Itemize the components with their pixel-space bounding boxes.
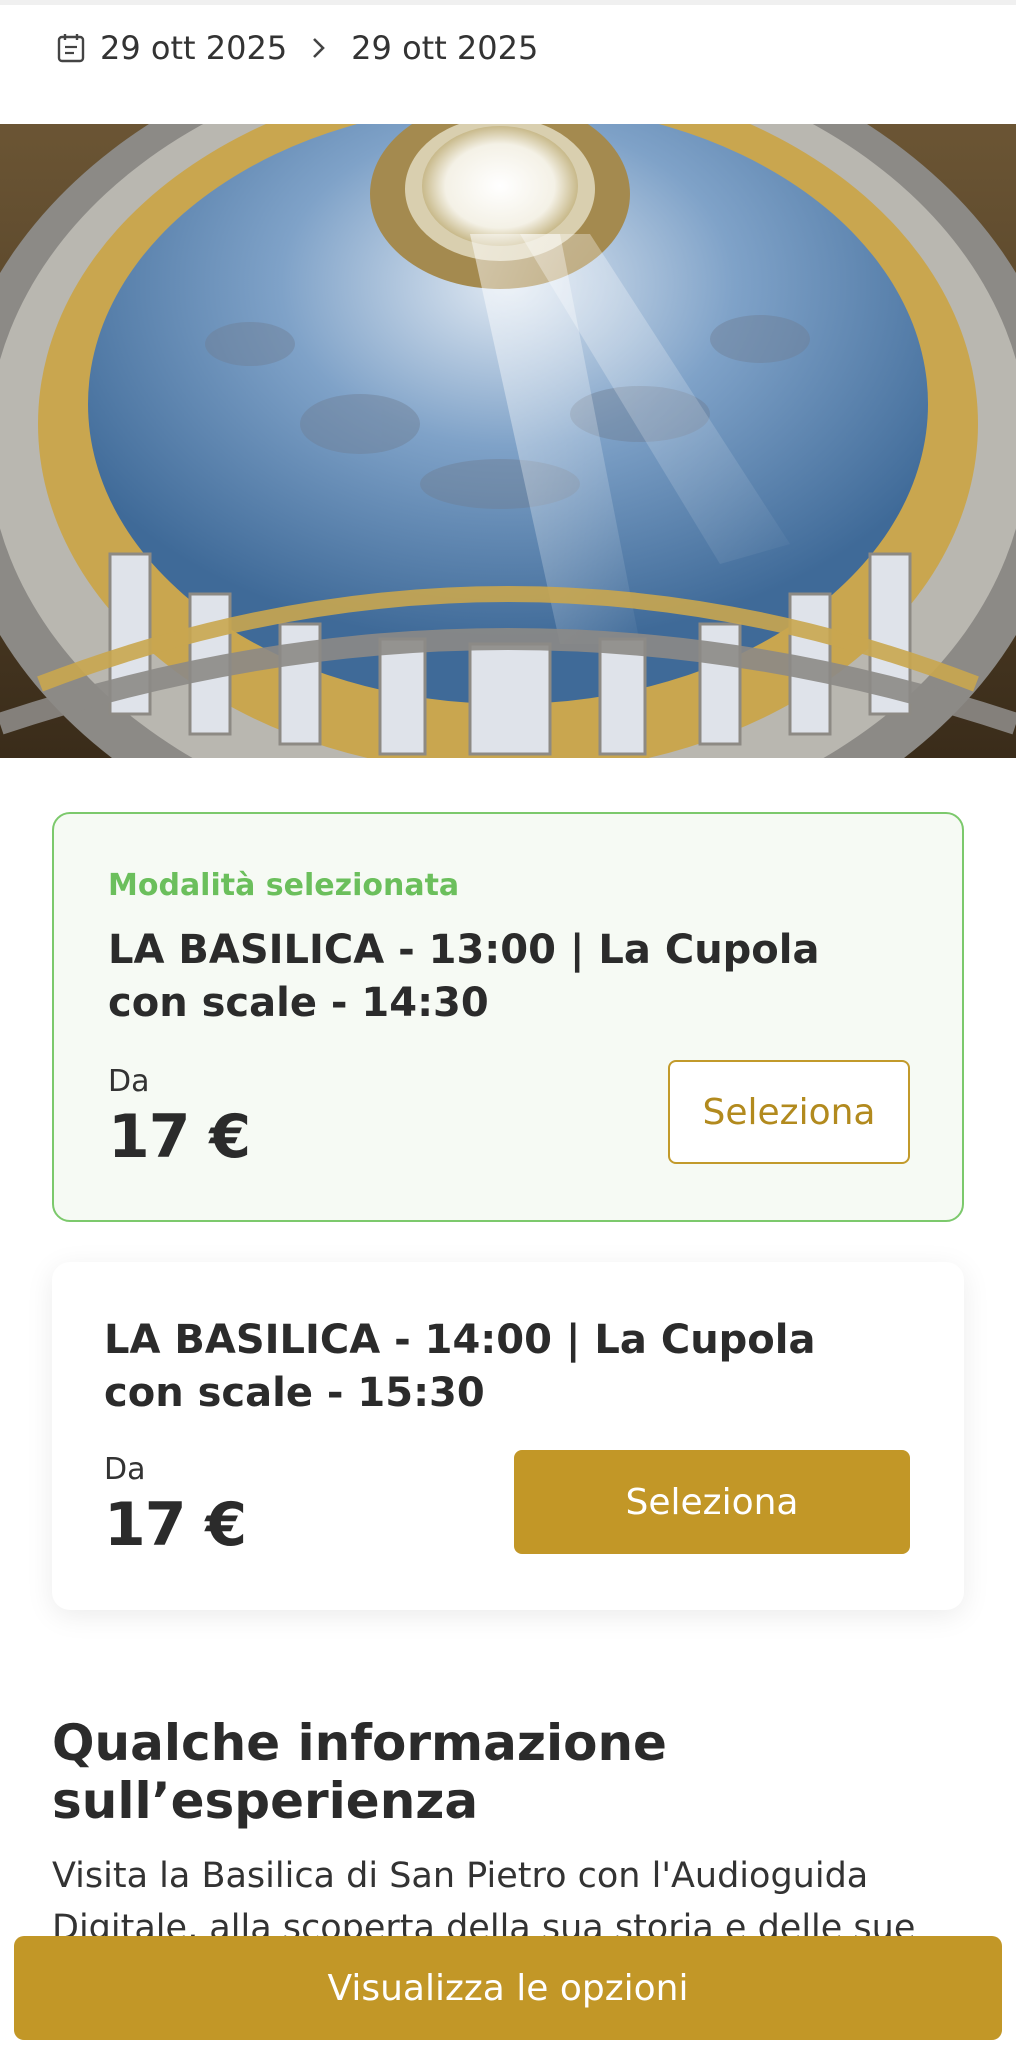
date-range[interactable]: 29 ott 2025 29 ott 2025 bbox=[56, 28, 538, 68]
price-from-label: Da bbox=[108, 1064, 150, 1099]
price-from-label: Da bbox=[104, 1452, 146, 1487]
calendar-icon bbox=[56, 32, 86, 64]
option-card-selected[interactable]: Modalità selezionata LA BASILICA - 13:00… bbox=[52, 812, 964, 1222]
end-date: 29 ott 2025 bbox=[351, 29, 539, 67]
top-divider bbox=[0, 0, 1016, 5]
view-options-button[interactable]: Visualizza le opzioni bbox=[14, 1936, 1002, 2040]
hero-image-dome bbox=[0, 124, 1016, 758]
info-section-title: Qualche informazione sull’esperienza bbox=[52, 1714, 667, 1830]
option-price: 17 € bbox=[104, 1490, 247, 1560]
option-title: LA BASILICA - 13:00 | La Cupola con scal… bbox=[108, 927, 820, 1026]
option-price: 17 € bbox=[108, 1102, 251, 1172]
option-card[interactable]: LA BASILICA - 14:00 | La Cupola con scal… bbox=[52, 1262, 964, 1610]
option-title: LA BASILICA - 14:00 | La Cupola con scal… bbox=[104, 1317, 816, 1416]
chevron-right-icon bbox=[311, 36, 327, 60]
selected-mode-label: Modalità selezionata bbox=[108, 868, 460, 903]
start-date: 29 ott 2025 bbox=[100, 29, 288, 67]
select-button[interactable]: Seleziona bbox=[514, 1450, 910, 1554]
select-button-outline[interactable]: Seleziona bbox=[668, 1060, 910, 1164]
